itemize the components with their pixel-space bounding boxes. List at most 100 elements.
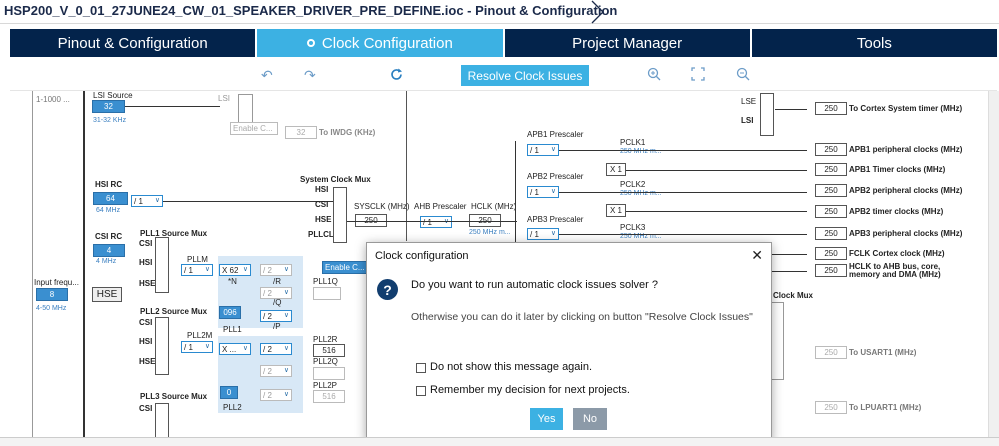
iwdg-value: 32 [285,126,317,139]
pll2r-label: PLL2R [313,335,338,344]
range-label: 1-1000 ... [36,95,70,104]
output-value-3[interactable]: 250 [815,184,847,197]
lpuart1-label: To LPUART1 (MHz) [849,403,922,412]
rtc-clock-mux[interactable] [760,93,774,136]
pll1-multiplier-select[interactable]: X 62 [219,264,251,276]
yes-button[interactable]: Yes [530,408,563,430]
pll1-r-select[interactable]: / 2 [260,264,292,276]
pll1q-value [313,287,341,300]
pllm-select[interactable]: / 1 [181,264,213,276]
hclk-sub: 250 MHz m... [469,229,511,236]
tab-tools[interactable]: Tools [751,29,997,57]
pll1-p-label: /P [273,322,281,331]
undo-icon[interactable]: ↶ [261,67,273,84]
clock-toolbar: ↶ ↷ Resolve Clock Issues [10,59,997,91]
pll2-source-mux[interactable] [155,317,169,375]
pll1-p-select[interactable]: / 2 [260,310,292,322]
pclk2-label: PCLK2 [620,180,646,189]
apb1-prescaler-label: APB1 Prescaler [527,130,584,139]
hsi-value[interactable]: 64 [93,192,128,205]
tab-clock-configuration[interactable]: Clock Configuration [257,29,505,57]
pll1-r-label: /R [273,277,281,286]
no-button[interactable]: No [573,408,607,430]
pll3-source-mux-label: PLL3 Source Mux [140,392,208,401]
output-value-5[interactable]: 250 [815,227,847,240]
sysclk-label: SYSCLK (MHz) [354,202,410,211]
pll1-frac-value[interactable]: 096 [219,306,241,319]
hsi-freq: 64 MHz [96,207,121,214]
dialog-message: Do you want to run automatic clock issue… [411,279,659,291]
redo-icon[interactable]: ↷ [304,67,316,84]
lsi-source-label: LSI Source [93,91,133,100]
output-value-7[interactable]: 250 [815,264,847,277]
status-bar [0,437,999,446]
breadcrumb-chevron-icon [591,0,604,24]
dialog-title: Clock configuration [375,250,469,262]
ahb-prescaler-select[interactable]: / 1 [420,216,452,228]
do-not-show-checkbox[interactable] [416,363,426,373]
remember-decision-checkbox[interactable] [416,386,426,396]
vertical-scrollbar[interactable] [988,91,999,446]
csi-value[interactable]: 4 [93,244,125,257]
output-label-1: APB1 peripheral clocks (MHz) [849,145,963,154]
lpuart1-value: 250 [815,401,847,414]
output-value-0[interactable]: 250 [815,102,847,115]
pll2r-value[interactable]: 516 [313,344,345,357]
usart1-label: To USART1 (MHz) [849,348,917,357]
close-icon[interactable]: ✕ [751,247,763,264]
pll2-name: PLL2 [223,403,242,412]
enable-css-1[interactable]: Enable C... [230,122,278,135]
tab-pinout-configuration[interactable]: Pinout & Configuration [10,29,258,57]
tab-project-manager[interactable]: Project Manager [504,29,752,57]
hclk-label: HCLK (MHz) [471,202,517,211]
pll1-n-label: *N [228,277,237,286]
do-not-show-label: Do not show this message again. [430,361,593,373]
pll2-frac-value[interactable]: 0 [220,386,238,399]
output-label-3: APB2 peripheral clocks (MHz) [849,186,963,195]
output-value-2[interactable]: 250 [815,163,847,176]
enable-css-2[interactable]: Enable C... [322,261,370,274]
apb2-prescaler-select[interactable]: / 1 [527,186,559,198]
output-label-4: APB2 timer clocks (MHz) [849,207,944,216]
lsi-mux[interactable] [238,94,253,124]
apb1-prescaler-select[interactable]: / 1 [527,144,559,156]
sysmux-input-hsi: HSI [315,185,329,194]
hsi-divider-select[interactable]: / 1 [131,195,163,207]
output-label-5: APB3 peripheral clocks (MHz) [849,229,963,238]
pll2-input-hsi: HSI [139,337,153,346]
pll1-name: PLL1 [223,325,242,334]
apb2-prescaler-label: APB2 Prescaler [527,172,584,181]
input-frequency-label: Input frequ... [34,278,79,287]
system-clock-mux[interactable] [333,187,347,243]
pll1-source-mux[interactable] [155,237,169,293]
lsi-value[interactable]: 32 [92,100,125,113]
refresh-icon[interactable] [389,67,404,82]
input-frequency-value[interactable]: 8 [36,288,68,301]
pll2m-select[interactable]: / 1 [181,341,213,353]
output-label-0: To Cortex System timer (MHz) [849,104,963,113]
output-label-7: HCLK to AHB bus, core, memory and DMA (M… [849,263,941,279]
usart-clock-mux[interactable] [770,302,784,380]
input-range: 4-50 MHz [36,305,67,312]
active-tab-dot-icon [306,39,315,47]
pclk3-label: PCLK3 [620,223,646,232]
pll2m-label: PLL2M [187,331,213,340]
apb3-prescaler-select[interactable]: / 1 [527,228,559,240]
pll1q-label: PLL1Q [313,277,338,286]
remember-decision-label: Remember my decision for next projects. [430,384,630,396]
hse-oscillator: HSE [92,287,122,302]
pll2-input-csi: CSI [139,318,153,327]
output-value-4[interactable]: 250 [815,205,847,218]
resolve-clock-issues-button[interactable]: Resolve Clock Issues [461,65,589,86]
pll2-p-select[interactable]: / 2 [260,389,292,401]
output-value-6[interactable]: 250 [815,247,847,260]
output-value-1[interactable]: 250 [815,143,847,156]
pll2-multiplier-select[interactable]: X ... [219,343,251,355]
pllm-label: PLLM [187,255,208,264]
apb3-prescaler-label: APB3 Prescaler [527,215,584,224]
fit-to-screen-icon[interactable] [691,67,705,81]
zoom-out-icon[interactable] [736,67,750,81]
zoom-in-icon[interactable] [647,67,661,81]
pll2-r-select[interactable]: / 2 [260,343,292,355]
pll2-q-select[interactable]: / 2 [260,365,292,377]
